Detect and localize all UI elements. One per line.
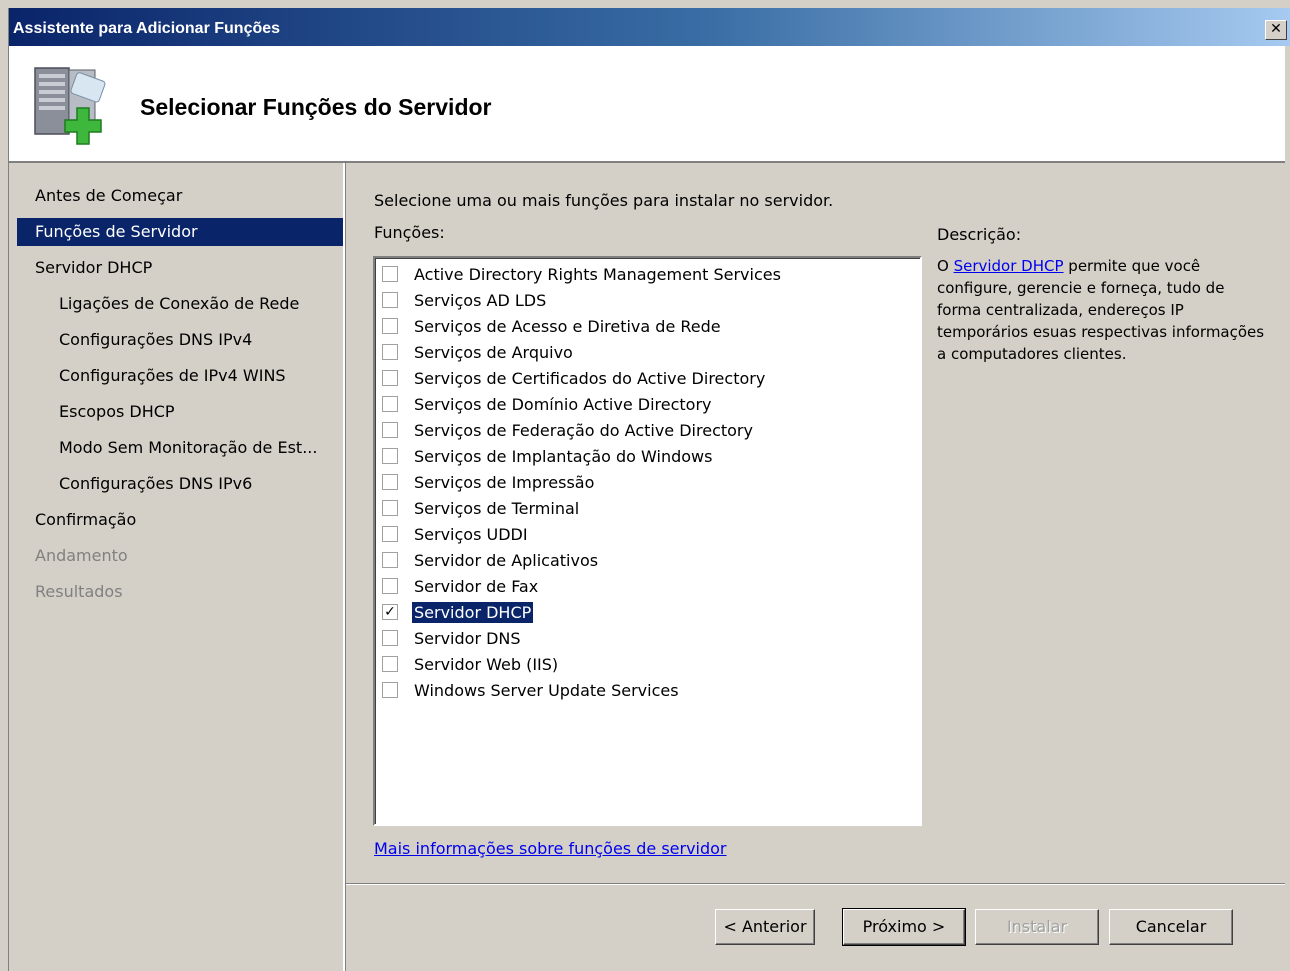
- role-item[interactable]: Serviços UDDI: [382, 522, 530, 546]
- wizard-steps-nav: Antes de Começar Funções de Servidor Ser…: [9, 163, 345, 971]
- roles-checklist[interactable]: Active Directory Rights Management Servi…: [373, 256, 922, 826]
- checkbox[interactable]: [382, 526, 398, 542]
- role-item[interactable]: Servidor Web (IIS): [382, 652, 560, 676]
- checkbox[interactable]: [382, 500, 398, 516]
- checkbox[interactable]: [382, 656, 398, 672]
- checkbox[interactable]: [382, 578, 398, 594]
- role-label: Serviços UDDI: [414, 524, 528, 544]
- nav-step-config-dns-ipv4[interactable]: Configurações DNS IPv4: [17, 326, 343, 354]
- role-item[interactable]: Serviços de Certificados do Active Direc…: [382, 366, 767, 390]
- checkbox[interactable]: [382, 370, 398, 386]
- role-label: Serviços de Implantação do Windows: [414, 446, 713, 466]
- role-label: Servidor DNS: [414, 628, 521, 648]
- checkbox[interactable]: [382, 552, 398, 568]
- role-label: Serviços de Arquivo: [414, 342, 573, 362]
- role-label: Serviços AD LDS: [414, 290, 547, 310]
- checkbox[interactable]: [382, 344, 398, 360]
- nav-step-antes-de-comecar[interactable]: Antes de Começar: [17, 182, 343, 210]
- nav-step-servidor-dhcp[interactable]: Servidor DHCP: [17, 254, 343, 282]
- nav-step-config-dns-ipv6[interactable]: Configurações DNS IPv6: [17, 470, 343, 498]
- checkbox[interactable]: [382, 422, 398, 438]
- previous-button[interactable]: < Anterior: [715, 909, 815, 945]
- cancel-button[interactable]: Cancelar: [1109, 909, 1233, 945]
- nav-step-resultados: Resultados: [35, 582, 123, 601]
- role-label: Serviços de Certificados do Active Direc…: [414, 368, 766, 388]
- role-label: Serviços de Domínio Active Directory: [414, 394, 712, 414]
- role-item[interactable]: Servidor DNS: [382, 626, 523, 650]
- role-item[interactable]: Active Directory Rights Management Servi…: [382, 262, 783, 286]
- more-info-link[interactable]: Mais informações sobre funções de servid…: [374, 839, 727, 858]
- checkbox[interactable]: [382, 318, 398, 334]
- title-bar[interactable]: Assistente para Adicionar Funções ✕: [9, 8, 1290, 46]
- role-label: Serviços de Terminal: [414, 498, 580, 518]
- roles-label: Funções:: [374, 223, 445, 242]
- role-item[interactable]: Servidor de Fax: [382, 574, 540, 598]
- role-label: Serviços de Federação do Active Director…: [414, 420, 753, 440]
- nav-step-confirmacao[interactable]: Confirmação: [17, 506, 343, 534]
- description-dhcp-link[interactable]: Servidor DHCP: [954, 257, 1064, 275]
- role-item[interactable]: Serviços de Implantação do Windows: [382, 444, 714, 468]
- role-label: Servidor Web (IIS): [414, 654, 559, 674]
- nav-step-config-ipv4-wins[interactable]: Configurações de IPv4 WINS: [17, 362, 343, 390]
- role-item[interactable]: Serviços de Domínio Active Directory: [382, 392, 714, 416]
- close-button[interactable]: ✕: [1265, 20, 1287, 40]
- role-item[interactable]: Serviços de Arquivo: [382, 340, 575, 364]
- checkbox[interactable]: [382, 474, 398, 490]
- role-label: Servidor de Aplicativos: [414, 550, 599, 570]
- instruction-text: Selecione uma ou mais funções para insta…: [374, 191, 834, 210]
- role-label: Active Directory Rights Management Servi…: [414, 264, 781, 284]
- checkbox[interactable]: [382, 396, 398, 412]
- page-title: Selecionar Funções do Servidor: [140, 94, 492, 120]
- next-button[interactable]: Próximo >: [842, 908, 966, 946]
- footer-divider: [346, 883, 1285, 885]
- role-item[interactable]: Serviços de Impressão: [382, 470, 596, 494]
- close-icon: ✕: [1270, 21, 1282, 37]
- checkbox[interactable]: [382, 448, 398, 464]
- role-item[interactable]: Serviços AD LDS: [382, 288, 548, 312]
- nav-step-ligacoes-conexao-rede[interactable]: Ligações de Conexão de Rede: [17, 290, 343, 318]
- role-label: Servidor DHCP: [412, 601, 534, 623]
- nav-step-andamento: Andamento: [35, 546, 128, 565]
- nav-step-funcoes-de-servidor[interactable]: Funções de Servidor: [17, 218, 343, 246]
- checkbox-checked[interactable]: ✓: [382, 604, 398, 620]
- description-prefix: O: [937, 257, 954, 275]
- role-item-selected[interactable]: ✓ Servidor DHCP: [382, 600, 534, 624]
- role-label: Servidor de Fax: [414, 576, 539, 596]
- role-item[interactable]: Windows Server Update Services: [382, 678, 681, 702]
- checkbox[interactable]: [382, 266, 398, 282]
- nav-step-modo-sem-monitoracao[interactable]: Modo Sem Monitoração de Est...: [17, 434, 343, 462]
- role-label: Serviços de Impressão: [414, 472, 595, 492]
- description-title: Descrição:: [937, 225, 1022, 244]
- server-add-icon: [34, 67, 106, 145]
- window-title: Assistente para Adicionar Funções: [13, 20, 281, 37]
- role-label: Serviços de Acesso e Diretiva de Rede: [414, 316, 721, 336]
- wizard-window: Assistente para Adicionar Funções ✕ Sele…: [8, 8, 1290, 971]
- checkbox[interactable]: [382, 682, 398, 698]
- nav-step-escopos-dhcp[interactable]: Escopos DHCP: [17, 398, 343, 426]
- role-item[interactable]: Servidor de Aplicativos: [382, 548, 600, 572]
- wizard-header: Selecionar Funções do Servidor: [9, 46, 1285, 163]
- checkbox[interactable]: [382, 292, 398, 308]
- role-item[interactable]: Serviços de Acesso e Diretiva de Rede: [382, 314, 723, 338]
- main-content: Selecione uma ou mais funções para insta…: [346, 163, 1285, 883]
- role-item[interactable]: Serviços de Federação do Active Director…: [382, 418, 755, 442]
- role-item[interactable]: Serviços de Terminal: [382, 496, 581, 520]
- role-label: Windows Server Update Services: [414, 680, 679, 700]
- install-button: Instalar: [975, 909, 1099, 945]
- description-text: O Servidor DHCP permite que você configu…: [937, 255, 1267, 365]
- checkbox[interactable]: [382, 630, 398, 646]
